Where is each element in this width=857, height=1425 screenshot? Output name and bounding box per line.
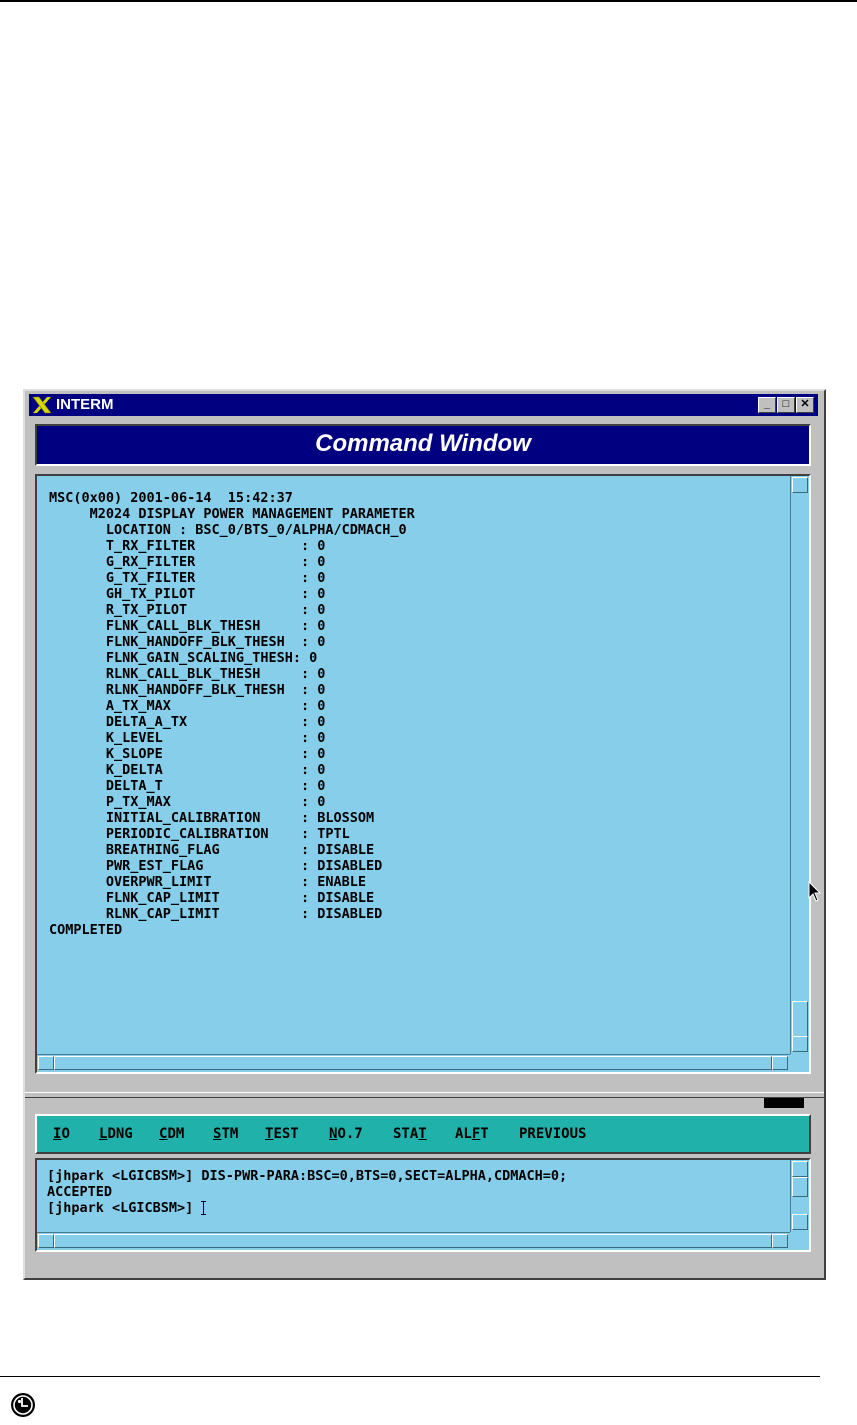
output-line: GH_TX_PILOT : 0: [49, 586, 326, 602]
input-line-1: [jhpark <LGICBSM>] DIS-PWR-PARA:BSC=0,BT…: [47, 1168, 568, 1184]
output-text: MSC(0x00) 2001-06-14 15:42:37 M2024 DISP…: [49, 490, 415, 938]
menu-item[interactable]: STAT: [393, 1126, 427, 1142]
window-title: INTERM: [56, 396, 114, 413]
menu-item-label: EST: [273, 1126, 299, 1142]
output-line: COMPLETED: [49, 922, 123, 938]
command-window-title: Command Window: [315, 430, 531, 457]
page-top-rule: [0, 0, 857, 2]
output-line: G_RX_FILTER : 0: [49, 554, 326, 570]
menu-item[interactable]: ALFT: [455, 1126, 489, 1142]
menu-item-label: DNG: [107, 1126, 133, 1142]
menu-item-label: PREVIOUS: [519, 1126, 587, 1142]
scroll-right-arrow-icon[interactable]: [772, 1056, 788, 1070]
menu-item-label: O.7: [337, 1126, 363, 1142]
title-bar[interactable]: INTERM _ □ ✕: [29, 394, 818, 416]
output-line: BREATHING_FLAG : DISABLE: [49, 842, 375, 858]
output-line: OVERPWR_LIMIT : ENABLE: [49, 874, 366, 890]
output-line: G_TX_FILTER : 0: [49, 570, 326, 586]
menu-item[interactable]: NO.7: [329, 1126, 363, 1142]
output-vertical-scrollbar[interactable]: [790, 476, 809, 1054]
input-pane[interactable]: [jhpark <LGICBSM>] DIS-PWR-PARA:BSC=0,BT…: [35, 1158, 811, 1252]
output-line: T_RX_FILTER : 0: [49, 538, 326, 554]
close-button[interactable]: ✕: [796, 397, 814, 413]
menu-item-label: TM: [221, 1126, 239, 1142]
minimize-icon: _: [763, 398, 771, 410]
input-horizontal-scroll-thumb[interactable]: [54, 1234, 772, 1248]
input-text[interactable]: [jhpark <LGICBSM>] DIS-PWR-PARA:BSC=0,BT…: [47, 1168, 567, 1216]
input-scroll-up-arrow-icon[interactable]: [792, 1161, 808, 1177]
output-line: LOCATION : BSC_0/BTS_0/ALPHA/CDMACH_0: [49, 522, 407, 538]
output-line: DELTA_A_TX : 0: [49, 714, 326, 730]
output-line: INITIAL_CALIBRATION : BLOSSOM: [49, 810, 375, 826]
output-horizontal-scrollbar[interactable]: [37, 1054, 790, 1072]
menu-item-mnemonic: T: [418, 1126, 427, 1142]
output-line: MSC(0x00) 2001-06-14 15:42:37: [49, 490, 293, 506]
output-line: FLNK_GAIN_SCALING_THESH: 0: [49, 650, 318, 666]
x-logo-icon: [32, 396, 52, 414]
output-line: M2024 DISPLAY POWER MANAGEMENT PARAMETER: [49, 506, 415, 522]
maximize-icon: □: [782, 398, 790, 410]
close-icon: ✕: [800, 398, 810, 410]
menu-item-label: T: [480, 1126, 489, 1142]
menu-item[interactable]: IO: [53, 1126, 70, 1142]
output-line: A_TX_MAX : 0: [49, 698, 326, 714]
minimize-button[interactable]: _: [758, 397, 776, 413]
menu-item[interactable]: LDNG: [99, 1126, 133, 1142]
output-line: P_TX_MAX : 0: [49, 794, 326, 810]
input-horizontal-scrollbar[interactable]: [37, 1232, 790, 1250]
output-line: R_TX_PILOT : 0: [49, 602, 326, 618]
menu-item[interactable]: TEST: [265, 1126, 299, 1142]
menu-item-label: STA: [393, 1126, 419, 1142]
lg-logo-icon: [11, 1393, 35, 1417]
menu-item-label: O: [61, 1126, 70, 1142]
output-line: K_DELTA : 0: [49, 762, 326, 778]
maximize-button[interactable]: □: [777, 397, 795, 413]
interm-window: INTERM _ □ ✕ Command Window MSC(0x00) 20…: [23, 389, 826, 1280]
input-line-2: ACCEPTED: [47, 1184, 113, 1200]
output-pane[interactable]: MSC(0x00) 2001-06-14 15:42:37 M2024 DISP…: [35, 474, 811, 1074]
pane-splitter[interactable]: [25, 1092, 824, 1098]
output-line: RLNK_HANDOFF_BLK_THESH : 0: [49, 682, 326, 698]
horizontal-scroll-thumb[interactable]: [54, 1056, 772, 1070]
menu-item-label: DM: [167, 1126, 185, 1142]
output-line: K_LEVEL : 0: [49, 730, 326, 746]
output-line: PERIODIC_CALIBRATION : TPTL: [49, 826, 350, 842]
menu-item[interactable]: STM: [213, 1126, 238, 1142]
output-line: FLNK_CALL_BLK_THESH : 0: [49, 618, 326, 634]
menu-item[interactable]: PREVIOUS: [519, 1126, 586, 1142]
output-line: FLNK_CAP_LIMIT : DISABLE: [49, 890, 375, 906]
output-line: DELTA_T : 0: [49, 778, 326, 794]
scroll-left-arrow-icon[interactable]: [38, 1056, 54, 1070]
scroll-up-arrow-icon[interactable]: [792, 477, 808, 493]
output-line: FLNK_HANDOFF_BLK_THESH : 0: [49, 634, 326, 650]
input-scroll-left-arrow-icon[interactable]: [38, 1234, 54, 1248]
scroll-down-arrow-icon[interactable]: [792, 1036, 808, 1052]
mouse-pointer-icon: [808, 881, 822, 902]
input-vertical-scrollbar[interactable]: [790, 1160, 809, 1232]
command-menu-bar: IO LDNG CDM STM TEST NO.7 STAT ALFT PREVIOUS: [35, 1114, 811, 1154]
scroll-thumb[interactable]: [792, 1001, 808, 1037]
splitter-handle[interactable]: [764, 1098, 804, 1108]
input-scroll-right-arrow-icon[interactable]: [772, 1234, 788, 1248]
output-line: RLNK_CAP_LIMIT : DISABLED: [49, 906, 383, 922]
input-scroll-down-arrow-icon[interactable]: [792, 1214, 808, 1230]
input-scroll-thumb[interactable]: [792, 1177, 808, 1197]
output-line: RLNK_CALL_BLK_THESH : 0: [49, 666, 326, 682]
output-line: PWR_EST_FLAG : DISABLED: [49, 858, 383, 874]
output-line: K_SLOPE : 0: [49, 746, 326, 762]
menu-item-label: AL: [455, 1126, 472, 1142]
input-line-3: [jhpark <LGICBSM>]: [47, 1200, 202, 1216]
page-bottom-rule: [0, 1376, 820, 1377]
text-cursor-icon: [201, 1200, 207, 1216]
menu-item[interactable]: CDM: [159, 1126, 184, 1142]
command-window-header: Command Window: [35, 424, 811, 466]
